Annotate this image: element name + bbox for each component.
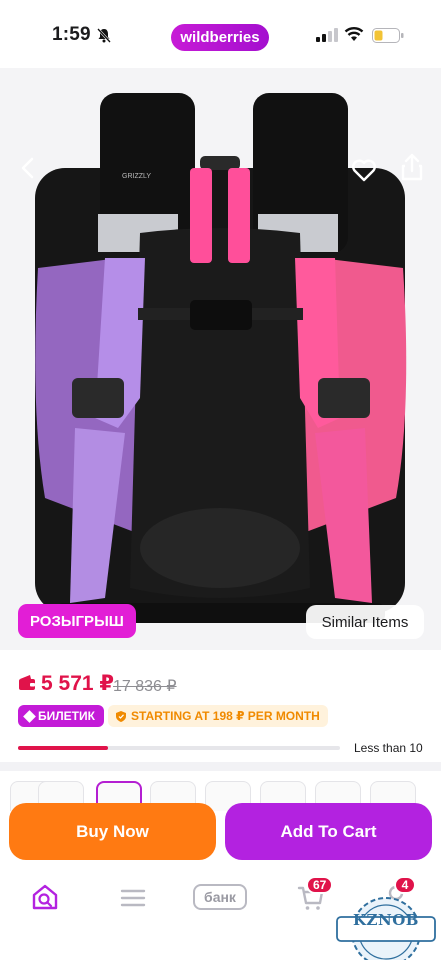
product-info: 5 571 ₽ 17 836 ₽ БИЛЕТИК STARTING AT 198… <box>0 650 441 762</box>
battery-icon <box>372 28 404 43</box>
home-search-icon[interactable] <box>30 882 60 912</box>
diamond-icon <box>23 709 36 723</box>
installment-label: STARTING AT 198 ₽ PER MONTH <box>131 709 320 723</box>
ticket-badge[interactable]: БИЛЕТИК <box>18 705 104 727</box>
signal-icon <box>316 28 338 42</box>
wallet-icon <box>19 675 35 690</box>
cart-count-badge: 67 <box>306 876 334 894</box>
product-image[interactable]: GRIZZLY <box>0 68 441 650</box>
watermark-text: KZNOB <box>353 911 419 929</box>
ticket-badge-label: БИЛЕТИК <box>38 709 95 723</box>
old-price: 17 836 ₽ <box>113 678 177 695</box>
wifi-icon <box>344 27 364 41</box>
bell-off-icon <box>97 28 111 43</box>
raffle-badge[interactable]: РОЗЫГРЫШ <box>18 604 136 638</box>
status-time: 1:59 <box>52 24 91 45</box>
stock-progress-bar <box>18 746 340 750</box>
shield-icon <box>116 710 126 722</box>
stock-progress-fill <box>18 746 109 750</box>
heart-icon[interactable] <box>350 156 378 184</box>
price: 5 571 ₽ <box>41 672 114 695</box>
back-arrow-icon[interactable] <box>14 154 42 182</box>
catalog-icon[interactable] <box>120 882 146 912</box>
buy-now-button[interactable]: Buy Now <box>9 803 216 860</box>
bank-button[interactable]: банк <box>193 884 247 910</box>
brand-logo[interactable]: wildberries <box>171 24 269 51</box>
status-bar: 1:59 wildberries <box>0 0 441 68</box>
share-icon[interactable] <box>398 152 426 182</box>
similar-items-button[interactable]: Similar Items <box>306 605 424 639</box>
add-to-cart-button[interactable]: Add To Cart <box>225 803 432 860</box>
stock-label: Less than 10 <box>354 741 423 755</box>
svg-text:GRIZZLY: GRIZZLY <box>122 173 151 180</box>
installment-badge[interactable]: STARTING AT 198 ₽ PER MONTH <box>108 705 328 727</box>
section-divider <box>0 762 441 771</box>
